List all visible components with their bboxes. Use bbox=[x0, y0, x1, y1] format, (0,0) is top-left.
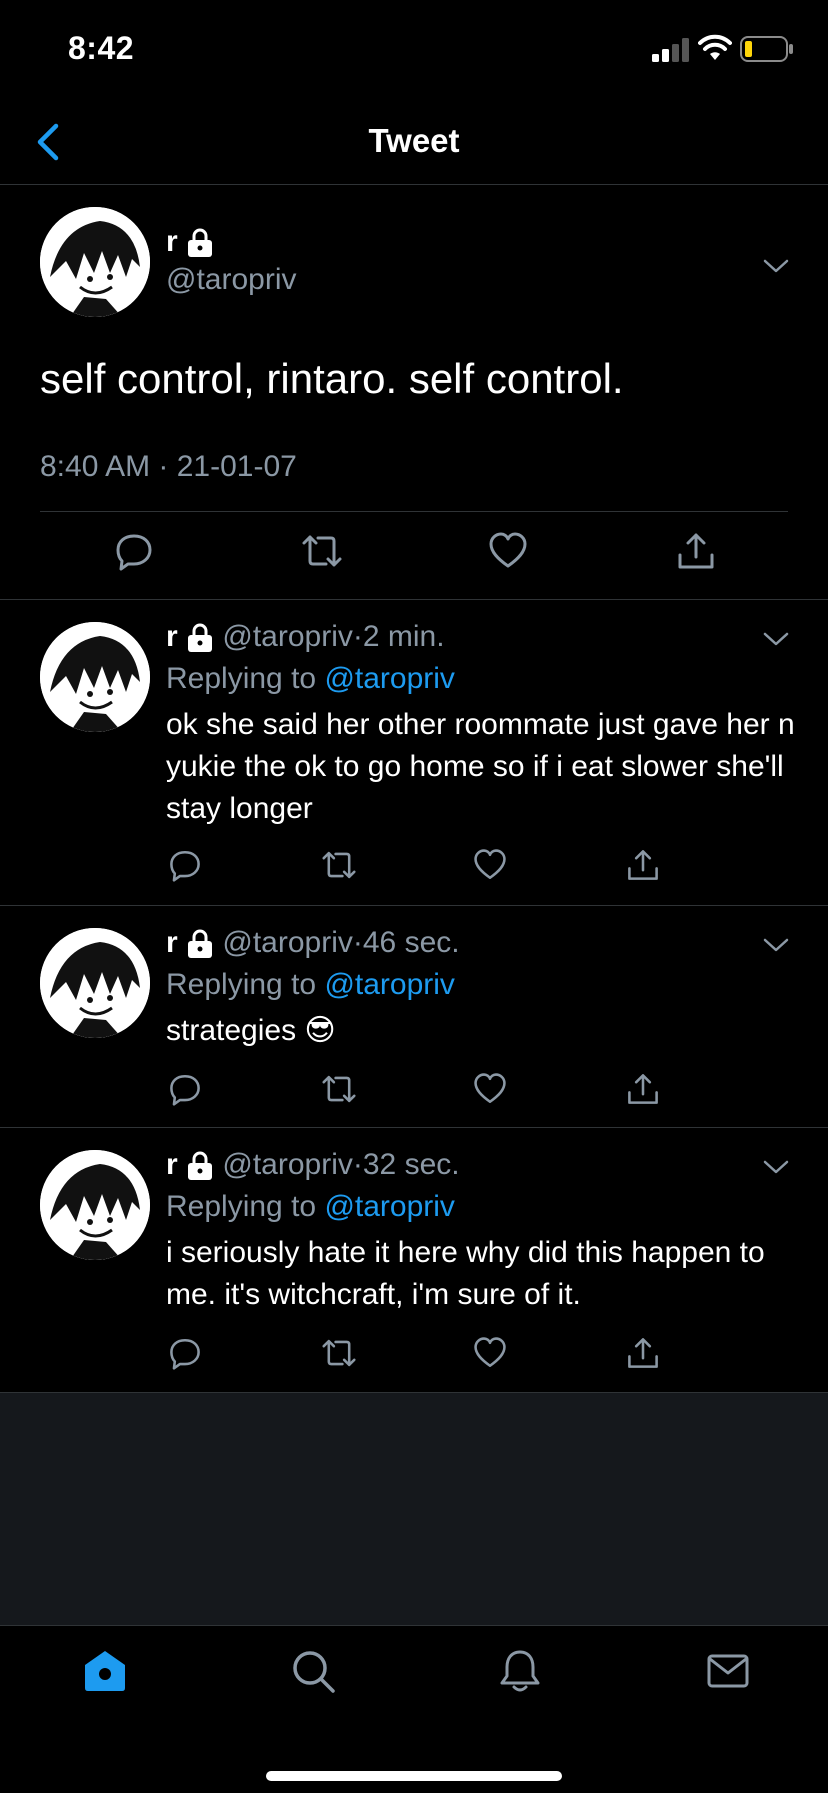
like-icon[interactable] bbox=[488, 531, 528, 571]
nav-header: Tweet bbox=[0, 100, 828, 185]
like-icon[interactable] bbox=[473, 1072, 507, 1106]
tab-bar bbox=[0, 1625, 828, 1793]
chevron-down-icon[interactable] bbox=[762, 257, 790, 275]
empty-area bbox=[0, 1393, 828, 1625]
tweet-actions bbox=[0, 1336, 828, 1376]
share-icon[interactable] bbox=[626, 1072, 660, 1106]
replying-to: Replying to @taropriv bbox=[166, 662, 455, 696]
reply-header: r @taropriv·32 sec. bbox=[166, 1148, 460, 1182]
separator-dot: · bbox=[352, 620, 363, 653]
tweet-actions bbox=[0, 1072, 828, 1112]
share-icon[interactable] bbox=[626, 848, 660, 882]
reply-text: i seriously hate it here why did this ha… bbox=[166, 1236, 765, 1311]
home-icon[interactable] bbox=[82, 1648, 128, 1694]
lock-icon bbox=[186, 623, 214, 653]
reply-tweet[interactable]: r @taropriv·46 sec. Replying to @taropri… bbox=[0, 906, 828, 1128]
replying-to: Replying to @taropriv bbox=[166, 1190, 455, 1224]
reply-tweet[interactable]: r @taropriv·32 sec. Replying to @taropri… bbox=[0, 1128, 828, 1393]
separator-dot: · bbox=[352, 1148, 363, 1181]
author-name[interactable]: r bbox=[166, 1148, 178, 1181]
tweet-text: self control, rintaro. self control. bbox=[40, 355, 624, 402]
replying-mention-link[interactable]: @taropriv bbox=[324, 1190, 455, 1223]
tweet-actions bbox=[0, 531, 828, 581]
reply-text: strategies 😎 bbox=[166, 1014, 336, 1047]
retweet-icon[interactable] bbox=[320, 1336, 358, 1370]
chevron-down-icon[interactable] bbox=[762, 1158, 790, 1176]
author-name[interactable]: r bbox=[166, 225, 214, 259]
replying-prefix: Replying to bbox=[166, 1190, 317, 1223]
chevron-down-icon[interactable] bbox=[762, 936, 790, 954]
home-indicator bbox=[266, 1771, 562, 1781]
replying-to: Replying to @taropriv bbox=[166, 968, 455, 1002]
reply-header: r @taropriv·46 sec. bbox=[166, 926, 460, 960]
author-handle[interactable]: @taropriv bbox=[222, 1148, 353, 1181]
chevron-down-icon[interactable] bbox=[762, 630, 790, 648]
reply-header: r @taropriv·2 min. bbox=[166, 620, 445, 654]
search-icon[interactable] bbox=[290, 1648, 336, 1694]
lock-icon bbox=[186, 929, 214, 959]
tweet-actions bbox=[0, 848, 828, 888]
status-time: 8:42 bbox=[68, 30, 135, 66]
share-icon[interactable] bbox=[626, 1336, 660, 1370]
author-name[interactable]: r bbox=[166, 926, 178, 959]
lock-icon bbox=[186, 228, 214, 258]
reply-icon[interactable] bbox=[168, 1072, 202, 1106]
avatar[interactable] bbox=[40, 207, 150, 317]
retweet-icon[interactable] bbox=[320, 848, 358, 882]
page-title: Tweet bbox=[368, 122, 460, 159]
lock-icon bbox=[186, 1151, 214, 1181]
retweet-icon[interactable] bbox=[320, 1072, 358, 1106]
replying-mention-link[interactable]: @taropriv bbox=[324, 662, 455, 695]
replying-prefix: Replying to bbox=[166, 662, 317, 695]
wifi-icon bbox=[698, 34, 732, 62]
author-handle[interactable]: @taropriv bbox=[222, 926, 353, 959]
retweet-icon[interactable] bbox=[300, 531, 344, 571]
signal-icon bbox=[652, 38, 690, 62]
like-icon[interactable] bbox=[473, 1336, 507, 1370]
avatar[interactable] bbox=[40, 928, 150, 1038]
replying-mention-link[interactable]: @taropriv bbox=[324, 968, 455, 1001]
battery-icon bbox=[740, 36, 794, 62]
share-icon[interactable] bbox=[676, 531, 716, 571]
tweet-timestamp: 8:40 AM · 21-01-07 bbox=[40, 450, 297, 483]
main-tweet: r @taropriv self control, rintaro. self … bbox=[0, 185, 828, 600]
avatar[interactable] bbox=[40, 1150, 150, 1260]
reply-time: 32 sec. bbox=[362, 1148, 460, 1181]
avatar[interactable] bbox=[40, 622, 150, 732]
divider bbox=[40, 511, 788, 512]
reply-icon[interactable] bbox=[168, 1336, 202, 1370]
replying-prefix: Replying to bbox=[166, 968, 317, 1001]
messages-icon[interactable] bbox=[705, 1648, 751, 1694]
notifications-icon[interactable] bbox=[497, 1648, 543, 1694]
reply-time: 46 sec. bbox=[362, 926, 460, 959]
reply-tweet[interactable]: r @taropriv·2 min. Replying to @taropriv… bbox=[0, 600, 828, 906]
reply-time: 2 min. bbox=[362, 620, 445, 653]
reply-icon[interactable] bbox=[114, 531, 154, 571]
author-handle[interactable]: @taropriv bbox=[222, 620, 353, 653]
author-handle[interactable]: @taropriv bbox=[166, 263, 297, 297]
author-name-text: r bbox=[166, 225, 178, 258]
like-icon[interactable] bbox=[473, 848, 507, 882]
reply-icon[interactable] bbox=[168, 848, 202, 882]
author-name[interactable]: r bbox=[166, 620, 178, 653]
separator-dot: · bbox=[352, 926, 363, 959]
reply-text: ok she said her other roommate just gave… bbox=[166, 708, 795, 825]
status-bar: 8:42 bbox=[0, 0, 828, 100]
